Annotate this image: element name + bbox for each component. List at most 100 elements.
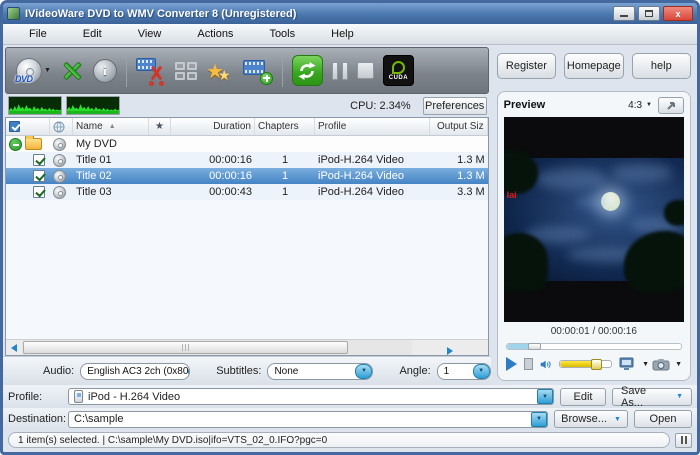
row-checkbox[interactable] xyxy=(33,154,45,166)
combo-arrow-icon[interactable]: ▼ xyxy=(531,412,547,427)
subtitles-select[interactable]: None ▼ xyxy=(267,363,373,380)
header-chapters[interactable]: Chapters xyxy=(255,118,315,135)
header-profile[interactable]: Profile xyxy=(315,118,430,135)
row-checkbox[interactable] xyxy=(33,170,45,182)
seek-thumb[interactable] xyxy=(528,343,541,350)
help-button[interactable]: help xyxy=(632,53,691,79)
scrollbar-left-arrow[interactable] xyxy=(6,340,22,355)
stream-options-bar: Audio: English AC3 2ch (0x80 ▼ Subtitles… xyxy=(3,356,491,385)
chevron-down-icon[interactable]: ▼ xyxy=(675,361,682,368)
info-button[interactable]: i xyxy=(93,53,117,89)
menu-actions[interactable]: Actions xyxy=(185,25,245,43)
combo-arrow-icon[interactable]: ▼ xyxy=(537,389,553,404)
destination-input[interactable]: C:\sample ▼ xyxy=(68,411,548,428)
volume-icon[interactable] xyxy=(540,358,552,371)
convert-button[interactable] xyxy=(292,53,323,89)
title-duration: 00:00:16 xyxy=(171,152,255,168)
destination-label: Destination: xyxy=(8,413,62,425)
row-checkbox[interactable] xyxy=(33,186,45,198)
cuda-button[interactable]: CUDA xyxy=(383,53,414,89)
popout-arrow-icon xyxy=(666,100,677,111)
chevron-down-icon: ▼ xyxy=(676,393,683,400)
collapse-icon[interactable] xyxy=(9,138,22,151)
menu-edit[interactable]: Edit xyxy=(71,25,114,43)
save-as-button[interactable]: Save As... ▼ xyxy=(612,388,692,406)
aspect-ratio-select[interactable]: 4:3 ▼ xyxy=(628,100,652,111)
header-name[interactable]: Name▲ xyxy=(73,118,149,135)
close-button[interactable]: x xyxy=(663,6,693,21)
select-all-checkbox[interactable] xyxy=(9,121,20,132)
combo-arrow-icon[interactable]: ▼ xyxy=(188,364,190,379)
play-button[interactable] xyxy=(506,357,517,371)
scrollbar-thumb[interactable] xyxy=(23,341,348,354)
status-bar: 1 item(s) selected. | C:\sample\My DVD.i… xyxy=(3,430,697,452)
register-button[interactable]: Register xyxy=(497,53,556,79)
add-file-button[interactable] xyxy=(243,53,273,89)
angle-label: Angle: xyxy=(399,365,430,377)
combo-arrow-icon[interactable]: ▼ xyxy=(473,364,490,379)
chevron-down-icon[interactable]: ▼ xyxy=(642,361,649,368)
profile-bar: Profile: iPod - H.264 Video ▼ Edit Save … xyxy=(3,385,697,408)
status-text: 1 item(s) selected. | C:\sample\My DVD.i… xyxy=(8,432,670,448)
playback-time: 00:00:01 / 00:00:16 xyxy=(504,326,684,341)
preview-popout-button[interactable] xyxy=(658,97,684,114)
minimize-button[interactable] xyxy=(613,6,635,21)
header-checkbox-cell[interactable] xyxy=(6,118,50,135)
menu-file[interactable]: File xyxy=(17,25,59,43)
title-duration: 00:00:43 xyxy=(171,184,255,200)
browse-button[interactable]: Browse... ▼ xyxy=(554,410,628,428)
title-output-size: 3.3 M xyxy=(430,184,488,200)
seek-bar[interactable] xyxy=(506,343,682,350)
preferences-button[interactable]: Preferences xyxy=(423,97,487,115)
clip-button[interactable] xyxy=(136,53,166,89)
profile-select[interactable]: iPod - H.264 Video ▼ xyxy=(68,388,554,405)
info-icon: i xyxy=(93,59,117,83)
title-bar: IVideoWare DVD to WMV Converter 8 (Unreg… xyxy=(3,3,697,24)
clip-icon xyxy=(136,56,166,86)
table-row-group[interactable]: My DVD xyxy=(6,136,488,152)
chevron-down-icon: ▼ xyxy=(44,67,51,74)
menu-tools[interactable]: Tools xyxy=(257,25,307,43)
volume-thumb[interactable] xyxy=(591,359,602,370)
account-buttons: Register Homepage help xyxy=(497,53,691,80)
scrollbar-right-arrow[interactable] xyxy=(412,340,487,355)
stop-playback-button[interactable] xyxy=(524,358,533,370)
stop-button[interactable] xyxy=(357,53,374,89)
display-mode-icon[interactable] xyxy=(619,357,637,372)
menu-help[interactable]: Help xyxy=(319,25,366,43)
table-header: Name▲ ★ Duration Chapters Profile Output… xyxy=(6,118,488,136)
header-source-cell[interactable] xyxy=(50,118,73,135)
volume-slider[interactable] xyxy=(559,360,612,368)
horizontal-scrollbar[interactable] xyxy=(6,339,488,355)
snapshot-icon[interactable] xyxy=(652,358,670,371)
combo-arrow-icon[interactable]: ▼ xyxy=(355,364,372,379)
audio-select[interactable]: English AC3 2ch (0x80 ▼ xyxy=(80,363,190,380)
homepage-button[interactable]: Homepage xyxy=(564,53,623,79)
remove-button[interactable] xyxy=(60,53,84,89)
stop-icon xyxy=(357,62,374,79)
menu-bar: File Edit View Actions Tools Help xyxy=(3,24,697,45)
effects-button[interactable]: ★★ xyxy=(206,53,234,89)
edit-button[interactable]: Edit xyxy=(560,388,606,406)
subtitles-label: Subtitles: xyxy=(216,365,261,377)
preview-panel: Preview 4:3 ▼ xyxy=(497,91,691,381)
table-row-selected[interactable]: Title 02 00:00:16 1 iPod-H.264 Video 1.3… xyxy=(6,168,488,184)
chapters-button[interactable] xyxy=(175,53,197,89)
header-duration[interactable]: Duration xyxy=(171,118,255,135)
load-dvd-button[interactable]: DVD ▼ xyxy=(16,53,51,89)
menu-view[interactable]: View xyxy=(126,25,174,43)
maximize-button[interactable] xyxy=(638,6,660,21)
pause-button[interactable] xyxy=(332,53,348,89)
effects-icon: ★★ xyxy=(206,56,234,86)
angle-select[interactable]: 1 ▼ xyxy=(437,363,491,380)
chevron-down-icon: ▼ xyxy=(614,416,621,423)
header-output-size[interactable]: Output Siz xyxy=(430,118,488,135)
open-button[interactable]: Open xyxy=(634,410,692,428)
header-star[interactable]: ★ xyxy=(149,118,171,135)
table-row[interactable]: Title 03 00:00:43 1 iPod-H.264 Video 3.3… xyxy=(6,184,488,200)
watermark-text: lai xyxy=(507,190,517,200)
title-name: Title 03 xyxy=(73,184,149,200)
status-alert-button[interactable] xyxy=(675,433,692,448)
title-name: Title 01 xyxy=(73,152,149,168)
table-row[interactable]: Title 01 00:00:16 1 iPod-H.264 Video 1.3… xyxy=(6,152,488,168)
